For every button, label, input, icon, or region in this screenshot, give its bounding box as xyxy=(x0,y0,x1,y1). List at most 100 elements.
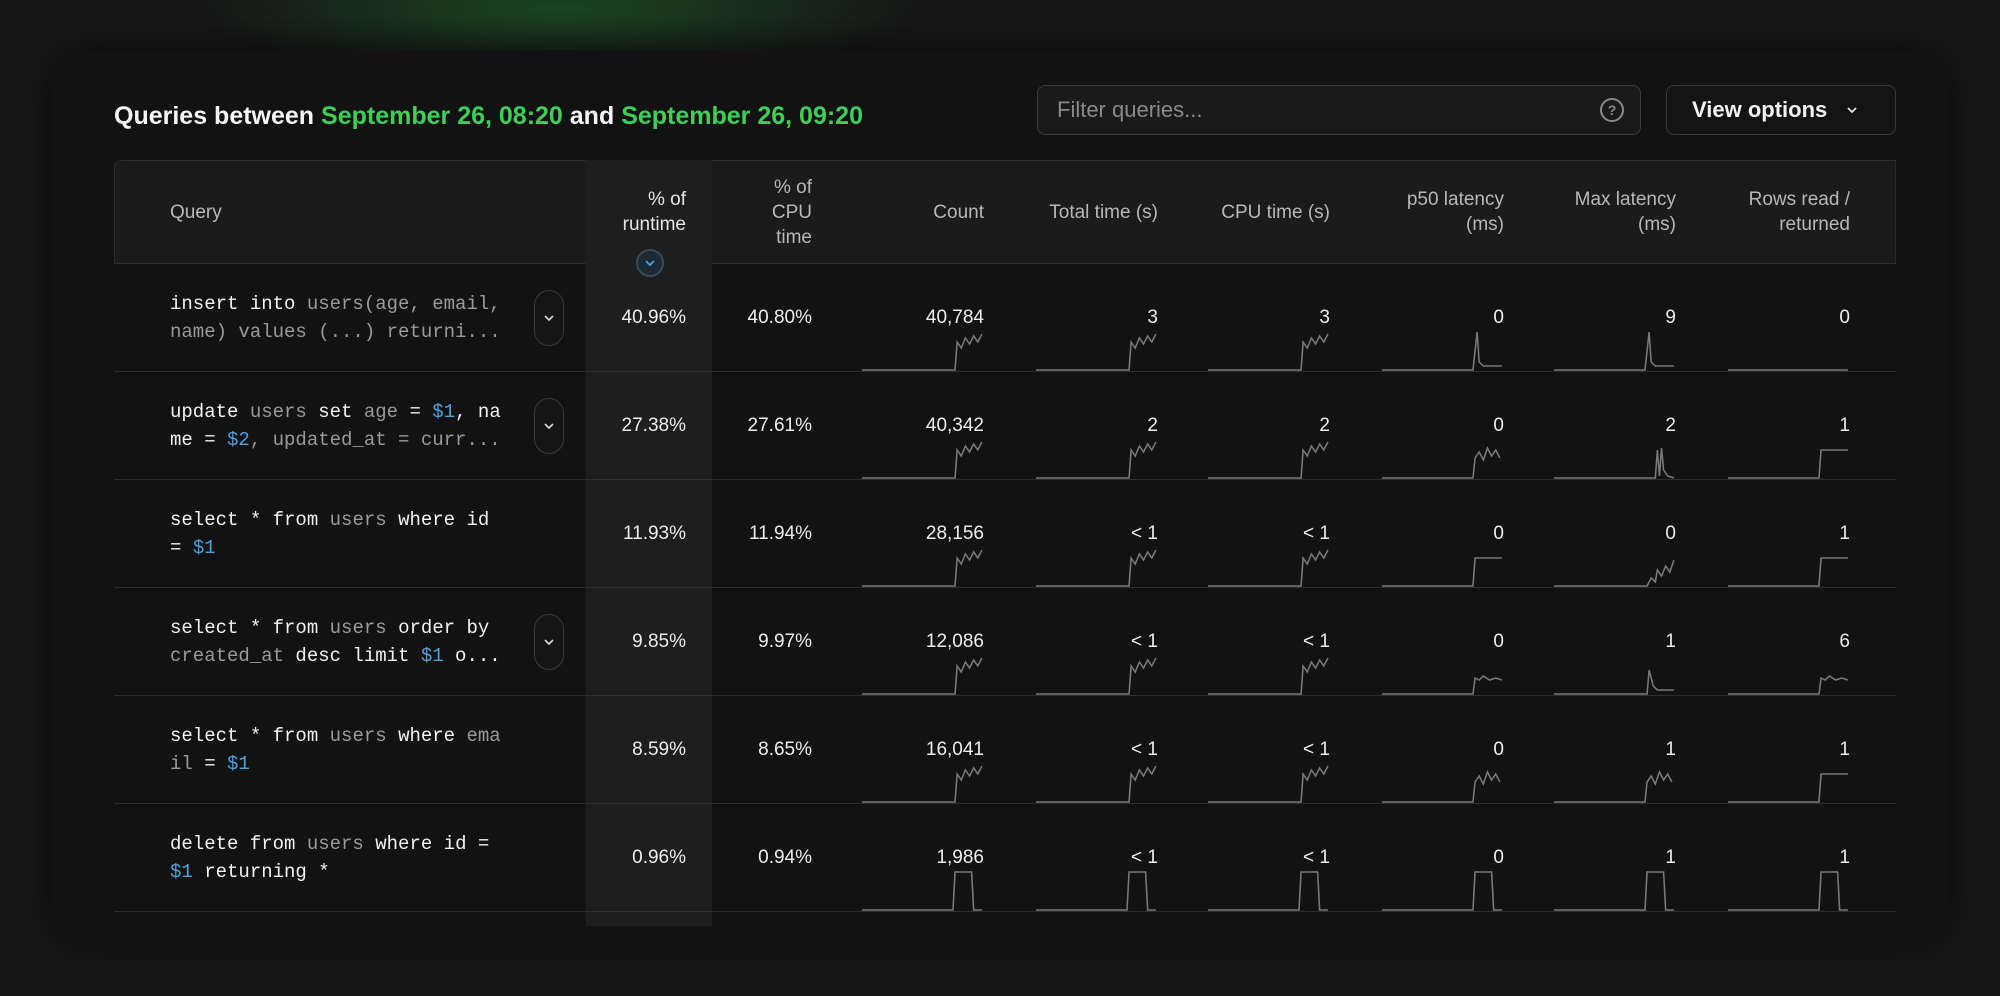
cell-p50: 0 xyxy=(1493,307,1504,328)
sparkline-trace xyxy=(1554,871,1674,911)
filter-queries-input[interactable] xyxy=(1038,86,1578,134)
sparkline-trace xyxy=(1208,871,1328,911)
expand-query-button[interactable] xyxy=(534,398,564,454)
table-row[interactable]: select * from users where ema il = $1 8.59… xyxy=(114,696,1896,804)
column-header-text: % of xyxy=(647,189,686,210)
sparkline-trace xyxy=(1728,773,1848,803)
sparkline-p50 xyxy=(1382,770,1501,803)
cell-cpu-time: < 1 xyxy=(1303,739,1330,760)
query-keyword: , na xyxy=(455,401,501,423)
query-text: insert into users(age, email, name) value… xyxy=(170,290,520,346)
title-and: and xyxy=(569,102,615,130)
cell-rows: 1 xyxy=(1839,523,1850,544)
column-header-query[interactable]: Query xyxy=(170,160,470,264)
help-icon[interactable]: ? xyxy=(1600,98,1624,122)
cell-total-time: < 1 xyxy=(1131,523,1158,544)
sparkline-trace xyxy=(1382,871,1502,911)
sparkline-total xyxy=(1036,871,1156,911)
sparkline-trace xyxy=(1554,669,1674,695)
column-header-total[interactable]: Total time (s) xyxy=(1010,160,1158,264)
time-range-end[interactable]: September 26, 09:20 xyxy=(621,102,863,130)
filter-box: ? xyxy=(1037,85,1641,135)
cell-runtime: 9.85% xyxy=(632,631,686,652)
sparkline-trace xyxy=(1036,657,1157,695)
query-identifier: name) values (...) returni... xyxy=(170,321,501,343)
sparkline-trace xyxy=(1728,675,1849,695)
sparkline-total xyxy=(1036,549,1157,587)
view-options-label: View options xyxy=(1692,97,1828,122)
query-keyword: where id = xyxy=(375,833,490,855)
query-keyword: where xyxy=(398,725,467,747)
column-header-p50[interactable]: p50 latency (ms) xyxy=(1356,160,1504,264)
sparkline-trace xyxy=(1208,657,1329,695)
query-keyword: select * from xyxy=(170,725,319,747)
cell-max-latency: 1 xyxy=(1665,631,1676,652)
expand-query-button[interactable] xyxy=(534,614,564,670)
column-header-rows[interactable]: Rows read / returned xyxy=(1702,160,1850,264)
cell-max-latency: 9 xyxy=(1665,307,1676,328)
sparkline-max xyxy=(1554,669,1674,695)
sparkline-cputime xyxy=(1208,657,1329,695)
sparkline-count xyxy=(862,549,983,587)
query-keyword: = xyxy=(409,401,421,423)
column-header-text: % of xyxy=(773,176,812,198)
cell-p50: 0 xyxy=(1493,415,1504,436)
cell-p50: 0 xyxy=(1493,631,1504,652)
column-header-cputime[interactable]: CPU time (s) xyxy=(1184,160,1330,264)
cell-cpu-pct: 11.94% xyxy=(748,523,812,544)
sparkline-cputime xyxy=(1208,549,1329,587)
column-header-runtime[interactable]: % of runtime xyxy=(586,160,686,264)
sparkline-rows xyxy=(1728,449,1848,479)
cell-runtime: 11.93% xyxy=(622,523,686,544)
column-header-cpu[interactable]: % of CPU time xyxy=(712,160,812,264)
sparkline-trace xyxy=(1382,446,1501,479)
column-header-text: CPU time (s) xyxy=(1221,201,1330,223)
sparkline-trace xyxy=(1036,871,1156,911)
cell-count: 1,986 xyxy=(936,847,984,868)
sparkline-rows xyxy=(1728,675,1849,695)
query-param: $1 xyxy=(420,401,456,423)
query-text: select * from users where ema il = $1 xyxy=(170,722,520,778)
sparkline-trace xyxy=(1382,675,1503,695)
query-text: select * from users where id = $1 xyxy=(170,506,520,562)
sparkline-trace xyxy=(1554,447,1675,479)
cell-runtime: 40.96% xyxy=(621,307,686,328)
sparkline-trace xyxy=(1554,770,1673,803)
sparkline-trace xyxy=(1208,441,1329,479)
cell-p50: 0 xyxy=(1493,739,1504,760)
cell-max-latency: 1 xyxy=(1665,739,1676,760)
cell-total-time: < 1 xyxy=(1131,847,1158,868)
column-header-count[interactable]: Count xyxy=(838,160,984,264)
column-header-text: Count xyxy=(933,201,984,223)
chevron-down-icon xyxy=(1847,107,1857,114)
table-row[interactable]: delete from users where id = $1 returning… xyxy=(114,804,1896,912)
queries-panel: Queries between September 26, 08:20 and … xyxy=(50,50,1950,946)
table-row[interactable]: select * from users order by created_at d… xyxy=(114,588,1896,696)
view-options-button[interactable]: View options xyxy=(1666,85,1896,135)
query-param: $1 xyxy=(227,753,250,775)
query-text: select * from users order by created_at d… xyxy=(170,614,520,670)
sparkline-trace xyxy=(1728,557,1848,587)
query-keyword: delete from xyxy=(170,833,296,855)
cell-runtime: 27.38% xyxy=(621,415,686,436)
column-header-max[interactable]: Max latency (ms) xyxy=(1530,160,1676,264)
table-row[interactable]: update users set age = $1, na me = $2, up… xyxy=(114,372,1896,480)
column-header-text: returned xyxy=(1779,214,1850,235)
time-range-start[interactable]: September 26, 08:20 xyxy=(321,102,563,130)
sparkline-total xyxy=(1036,765,1157,803)
sparkline-trace xyxy=(1382,770,1501,803)
chevron-down-icon xyxy=(544,639,554,646)
query-keyword: = xyxy=(204,753,228,775)
table-row[interactable]: insert into users(age, email, name) value… xyxy=(114,264,1896,372)
cell-rows: 6 xyxy=(1839,631,1850,652)
sparkline-trace xyxy=(1382,331,1502,371)
chevron-down-icon xyxy=(544,423,554,430)
cell-cpu-pct: 0.94% xyxy=(758,847,812,868)
table-row[interactable]: select * from users where id = $1 11.93% 11… xyxy=(114,480,1896,588)
cell-count: 40,342 xyxy=(925,415,984,436)
query-keyword: o... xyxy=(443,645,501,667)
expand-query-button[interactable] xyxy=(534,290,564,346)
query-keyword: set xyxy=(318,401,353,423)
query-param: $2 xyxy=(227,429,250,451)
sparkline-total xyxy=(1036,441,1157,479)
